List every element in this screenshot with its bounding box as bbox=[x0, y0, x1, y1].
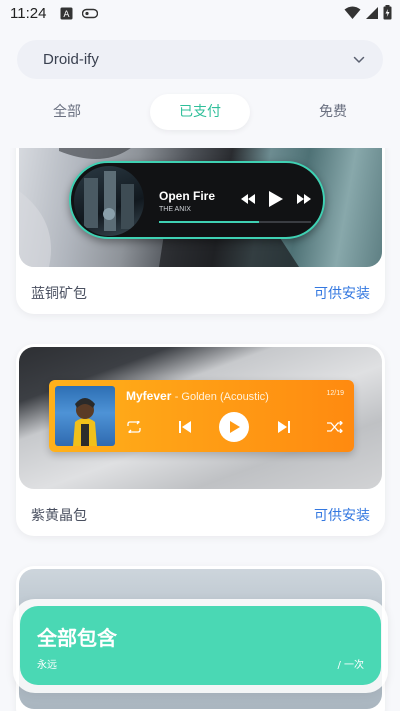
track-progress bbox=[159, 221, 311, 223]
next-icon bbox=[278, 421, 290, 433]
pack-card-azurite[interactable]: Open Fire THE ANIX 蓝铜矿包 可供安装 bbox=[16, 148, 385, 314]
store-dropdown[interactable]: Droid-ify bbox=[17, 40, 383, 79]
album-art-graphic bbox=[84, 171, 134, 231]
track-title: Open Fire bbox=[159, 189, 216, 203]
play-button-circle bbox=[219, 412, 249, 442]
bundle-purchase-panel: 全部包含 永远 / 一次 bbox=[13, 599, 388, 693]
player-controls bbox=[241, 191, 311, 207]
rewind-icon bbox=[241, 194, 255, 204]
play-icon bbox=[269, 191, 283, 207]
bundle-price-unit: / 一次 bbox=[337, 660, 364, 671]
play-icon bbox=[230, 421, 240, 433]
tab-free[interactable]: 免费 bbox=[293, 94, 373, 130]
pack-name: 紫黄晶包 bbox=[31, 508, 87, 524]
bundle-period: 永远 bbox=[37, 660, 57, 671]
pack-card-footer: 蓝铜矿包 可供安装 bbox=[16, 270, 385, 314]
pack-preview-image: Myfever - Golden (Acoustic) 12/19 bbox=[19, 347, 382, 489]
album-art-graphic bbox=[73, 398, 97, 446]
track-progress-fill bbox=[159, 221, 260, 223]
status-bar: 11:24 A bbox=[0, 0, 400, 28]
music-player-widget: Myfever - Golden (Acoustic) 12/19 bbox=[49, 380, 354, 452]
track-artist: THE ANIX bbox=[159, 206, 191, 213]
bundle-purchase-button[interactable]: 全部包含 永远 / 一次 bbox=[20, 606, 381, 685]
status-time: 11:24 bbox=[10, 5, 47, 22]
filter-tabs: 全部 已支付 免费 bbox=[0, 94, 400, 132]
status-icons bbox=[344, 5, 392, 20]
shuffle-icon bbox=[327, 421, 343, 433]
notification-a-icon: A bbox=[60, 7, 73, 20]
fast-forward-icon bbox=[297, 194, 311, 204]
notification-tag-icon bbox=[82, 8, 98, 19]
chevron-down-icon bbox=[353, 56, 365, 63]
pack-name: 蓝铜矿包 bbox=[31, 286, 87, 302]
install-button[interactable]: 可供安装 bbox=[314, 283, 370, 303]
repeat-icon bbox=[127, 421, 141, 433]
music-player-widget: Open Fire THE ANIX bbox=[69, 161, 325, 239]
install-button[interactable]: 可供安装 bbox=[314, 505, 370, 525]
battery-icon bbox=[383, 5, 392, 20]
album-art bbox=[55, 386, 115, 446]
wifi-icon bbox=[344, 6, 361, 19]
store-dropdown-value: Droid-ify bbox=[43, 51, 99, 68]
svg-text:A: A bbox=[63, 10, 70, 20]
pack-preview-image: Open Fire THE ANIX bbox=[19, 148, 382, 267]
track-info: Myfever - Golden (Acoustic) bbox=[126, 389, 269, 403]
app-screen: 11:24 A Droid-ify 全部 已支付 免费 Open Fire TH… bbox=[0, 0, 400, 711]
pack-card-footer: 紫黄晶包 可供安装 bbox=[16, 492, 385, 536]
track-artist: Myfever bbox=[126, 389, 172, 403]
track-counter: 12/19 bbox=[326, 390, 344, 397]
bundle-title: 全部包含 bbox=[37, 626, 117, 650]
pack-card-ametrine[interactable]: Myfever - Golden (Acoustic) 12/19 紫黄晶包 可… bbox=[16, 344, 385, 536]
tab-paid[interactable]: 已支付 bbox=[150, 94, 250, 130]
previous-icon bbox=[179, 421, 191, 433]
album-art bbox=[74, 166, 144, 236]
tab-all[interactable]: 全部 bbox=[27, 94, 107, 130]
track-title: - Golden (Acoustic) bbox=[174, 391, 269, 403]
signal-icon bbox=[366, 6, 378, 19]
